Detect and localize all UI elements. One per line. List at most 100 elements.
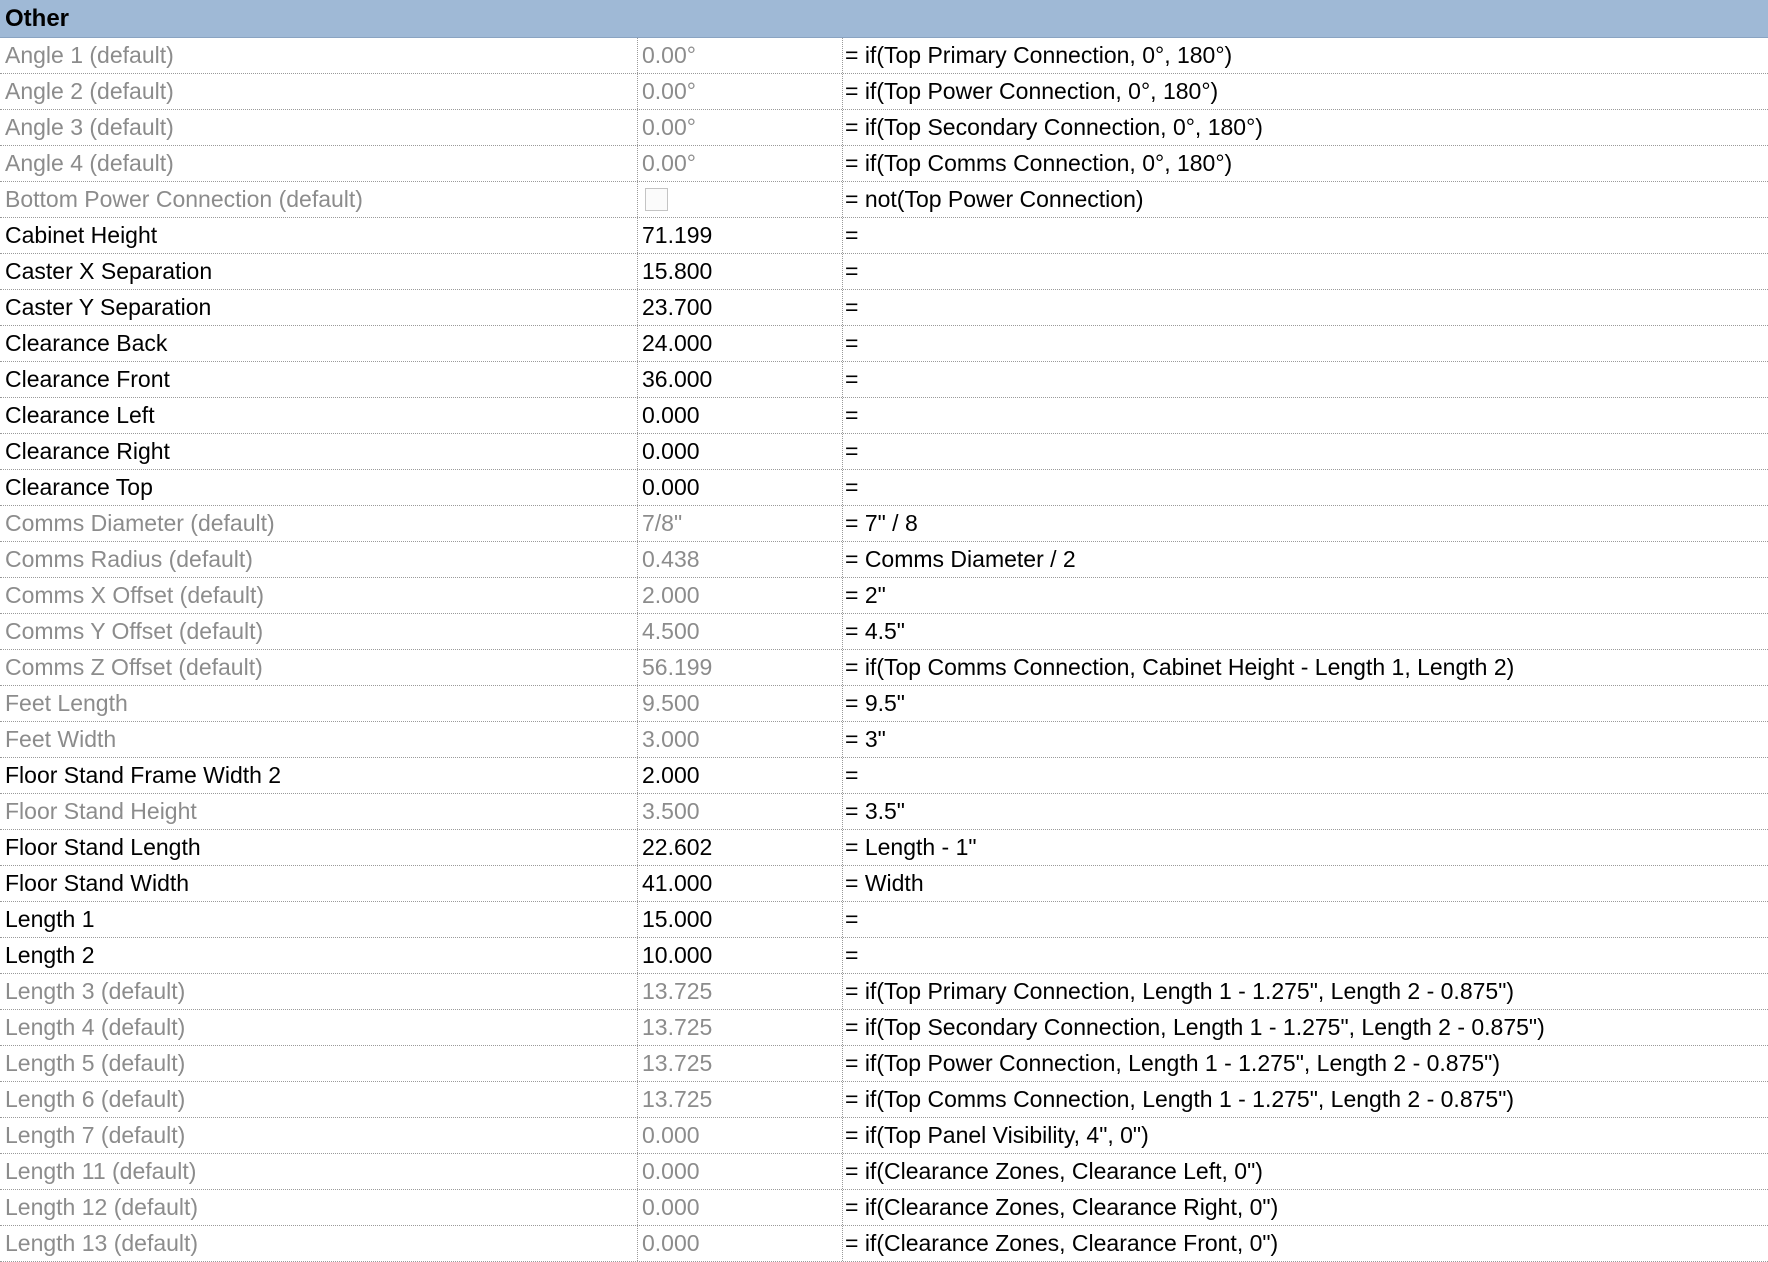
parameter-row[interactable]: Floor Stand Height 3.500 = 3.5" [0, 794, 1768, 830]
parameter-row[interactable]: Clearance Back 24.000 = [0, 326, 1768, 362]
parameter-row[interactable]: Floor Stand Frame Width 2 2.000 = [0, 758, 1768, 794]
parameter-formula[interactable]: = [843, 938, 1768, 973]
parameter-row[interactable]: Length 11 (default) 0.000 = if(Clearance Z… [0, 1154, 1768, 1190]
parameter-value[interactable]: 0.000 [638, 398, 843, 433]
parameter-formula[interactable]: = [843, 218, 1768, 253]
parameter-row[interactable]: Angle 4 (default) 0.00° = if(Top Comms Con… [0, 146, 1768, 182]
parameter-row[interactable]: Length 5 (default) 13.725 = if(Top Power C… [0, 1046, 1768, 1082]
parameter-formula[interactable]: = [843, 254, 1768, 289]
parameter-row[interactable]: Length 1 15.000 = [0, 902, 1768, 938]
parameter-rows: Angle 1 (default) 0.00° = if(Top Primary C… [0, 38, 1768, 1262]
parameter-value[interactable]: 0.000 [638, 470, 843, 505]
parameter-formula[interactable]: = 2" [843, 578, 1768, 613]
parameter-row[interactable]: Feet Width 3.000 = 3" [0, 722, 1768, 758]
parameter-row[interactable]: Length 7 (default) 0.000 = if(Top Panel Vi… [0, 1118, 1768, 1154]
parameter-formula[interactable]: = if(Top Primary Connection, 0°, 180°) [843, 38, 1768, 73]
parameter-name: Comms Radius (default) [0, 542, 638, 577]
parameter-value[interactable]: 71.199 [638, 218, 843, 253]
parameter-formula[interactable]: = Width [843, 866, 1768, 901]
parameter-row[interactable]: Angle 2 (default) 0.00° = if(Top Power Con… [0, 74, 1768, 110]
parameter-row[interactable]: Length 2 10.000 = [0, 938, 1768, 974]
parameter-row[interactable]: Cabinet Height 71.199 = [0, 218, 1768, 254]
parameter-formula[interactable]: = if(Top Primary Connection, Length 1 - … [843, 974, 1768, 1009]
parameter-formula[interactable]: = if(Clearance Zones, Clearance Right, 0… [843, 1190, 1768, 1225]
parameter-name: Length 13 (default) [0, 1226, 638, 1261]
parameter-row[interactable]: Clearance Top 0.000 = [0, 470, 1768, 506]
parameter-formula[interactable]: = if(Top Secondary Connection, Length 1 … [843, 1010, 1768, 1045]
parameter-formula[interactable]: = if(Top Comms Connection, Cabinet Heigh… [843, 650, 1768, 685]
parameter-formula[interactable]: = [843, 326, 1768, 361]
parameter-formula[interactable]: = if(Top Power Connection, Length 1 - 1.… [843, 1046, 1768, 1081]
parameter-row[interactable]: Angle 3 (default) 0.00° = if(Top Secondary… [0, 110, 1768, 146]
parameter-row[interactable]: Comms Diameter (default) 7/8" = 7" / 8 [0, 506, 1768, 542]
parameter-formula[interactable]: = if(Top Comms Connection, Length 1 - 1.… [843, 1082, 1768, 1117]
parameter-row[interactable]: Comms X Offset (default) 2.000 = 2" [0, 578, 1768, 614]
parameter-value[interactable]: 15.800 [638, 254, 843, 289]
parameter-name: Length 4 (default) [0, 1010, 638, 1045]
parameter-name: Length 3 (default) [0, 974, 638, 1009]
parameter-formula[interactable]: = [843, 398, 1768, 433]
parameter-value: 0.00° [638, 38, 843, 73]
parameter-value[interactable]: 2.000 [638, 758, 843, 793]
parameter-formula[interactable]: = not(Top Power Connection) [843, 182, 1768, 217]
parameter-name: Length 12 (default) [0, 1190, 638, 1225]
parameter-row[interactable]: Comms Z Offset (default) 56.199 = if(Top C… [0, 650, 1768, 686]
parameter-formula[interactable]: = if(Top Comms Connection, 0°, 180°) [843, 146, 1768, 181]
parameter-formula[interactable]: = [843, 758, 1768, 793]
parameter-formula[interactable]: = Length - 1" [843, 830, 1768, 865]
parameter-row[interactable]: Angle 1 (default) 0.00° = if(Top Primary C… [0, 38, 1768, 74]
parameter-value: 0.00° [638, 74, 843, 109]
parameter-row[interactable]: Length 3 (default) 13.725 = if(Top Primary… [0, 974, 1768, 1010]
parameter-value[interactable]: 10.000 [638, 938, 843, 973]
parameter-value: 3.500 [638, 794, 843, 829]
parameter-checkbox[interactable] [645, 188, 668, 211]
parameter-formula[interactable]: = if(Top Panel Visibility, 4", 0") [843, 1118, 1768, 1153]
parameter-formula[interactable]: = 3.5" [843, 794, 1768, 829]
group-header-other[interactable]: Other [0, 0, 1768, 38]
parameter-value[interactable]: 15.000 [638, 902, 843, 937]
parameter-value[interactable]: 23.700 [638, 290, 843, 325]
parameter-value[interactable]: 36.000 [638, 362, 843, 397]
parameter-row[interactable]: Clearance Left 0.000 = [0, 398, 1768, 434]
parameter-formula[interactable]: = [843, 362, 1768, 397]
parameter-name: Floor Stand Frame Width 2 [0, 758, 638, 793]
parameter-row[interactable]: Comms Radius (default) 0.438 = Comms Diame… [0, 542, 1768, 578]
parameter-formula[interactable]: = if(Top Power Connection, 0°, 180°) [843, 74, 1768, 109]
parameter-name: Comms Z Offset (default) [0, 650, 638, 685]
parameter-formula[interactable]: = [843, 434, 1768, 469]
parameter-formula[interactable]: = [843, 290, 1768, 325]
parameter-row[interactable]: Caster X Separation 15.800 = [0, 254, 1768, 290]
parameter-formula[interactable]: = [843, 902, 1768, 937]
parameter-formula[interactable]: = 4.5" [843, 614, 1768, 649]
parameter-row[interactable]: Floor Stand Width 41.000 = Width [0, 866, 1768, 902]
parameter-row[interactable]: Clearance Right 0.000 = [0, 434, 1768, 470]
parameter-name: Comms Diameter (default) [0, 506, 638, 541]
parameter-row[interactable]: Floor Stand Length 22.602 = Length - 1" [0, 830, 1768, 866]
parameter-name: Caster Y Separation [0, 290, 638, 325]
parameter-value[interactable]: 24.000 [638, 326, 843, 361]
parameter-formula[interactable]: = 9.5" [843, 686, 1768, 721]
parameter-row[interactable]: Bottom Power Connection (default) = not(T… [0, 182, 1768, 218]
parameter-row[interactable]: Feet Length 9.500 = 9.5" [0, 686, 1768, 722]
parameter-value[interactable]: 41.000 [638, 866, 843, 901]
parameter-row[interactable]: Length 13 (default) 0.000 = if(Clearance Z… [0, 1226, 1768, 1262]
parameter-value[interactable]: 22.602 [638, 830, 843, 865]
parameter-row[interactable]: Comms Y Offset (default) 4.500 = 4.5" [0, 614, 1768, 650]
parameter-value[interactable]: 0.000 [638, 434, 843, 469]
parameter-formula[interactable]: = 7" / 8 [843, 506, 1768, 541]
parameter-name: Feet Length [0, 686, 638, 721]
parameter-formula[interactable]: = if(Clearance Zones, Clearance Front, 0… [843, 1226, 1768, 1261]
parameter-formula[interactable]: = if(Top Secondary Connection, 0°, 180°) [843, 110, 1768, 145]
parameter-formula[interactable]: = Comms Diameter / 2 [843, 542, 1768, 577]
parameter-row[interactable]: Clearance Front 36.000 = [0, 362, 1768, 398]
parameter-name: Length 6 (default) [0, 1082, 638, 1117]
parameter-row[interactable]: Length 4 (default) 13.725 = if(Top Seconda… [0, 1010, 1768, 1046]
parameter-value: 4.500 [638, 614, 843, 649]
parameter-row[interactable]: Caster Y Separation 23.700 = [0, 290, 1768, 326]
parameter-formula[interactable]: = if(Clearance Zones, Clearance Left, 0"… [843, 1154, 1768, 1189]
parameter-formula[interactable]: = [843, 470, 1768, 505]
parameter-row[interactable]: Length 12 (default) 0.000 = if(Clearance Z… [0, 1190, 1768, 1226]
parameter-value: 2.000 [638, 578, 843, 613]
parameter-formula[interactable]: = 3" [843, 722, 1768, 757]
parameter-row[interactable]: Length 6 (default) 13.725 = if(Top Comms C… [0, 1082, 1768, 1118]
